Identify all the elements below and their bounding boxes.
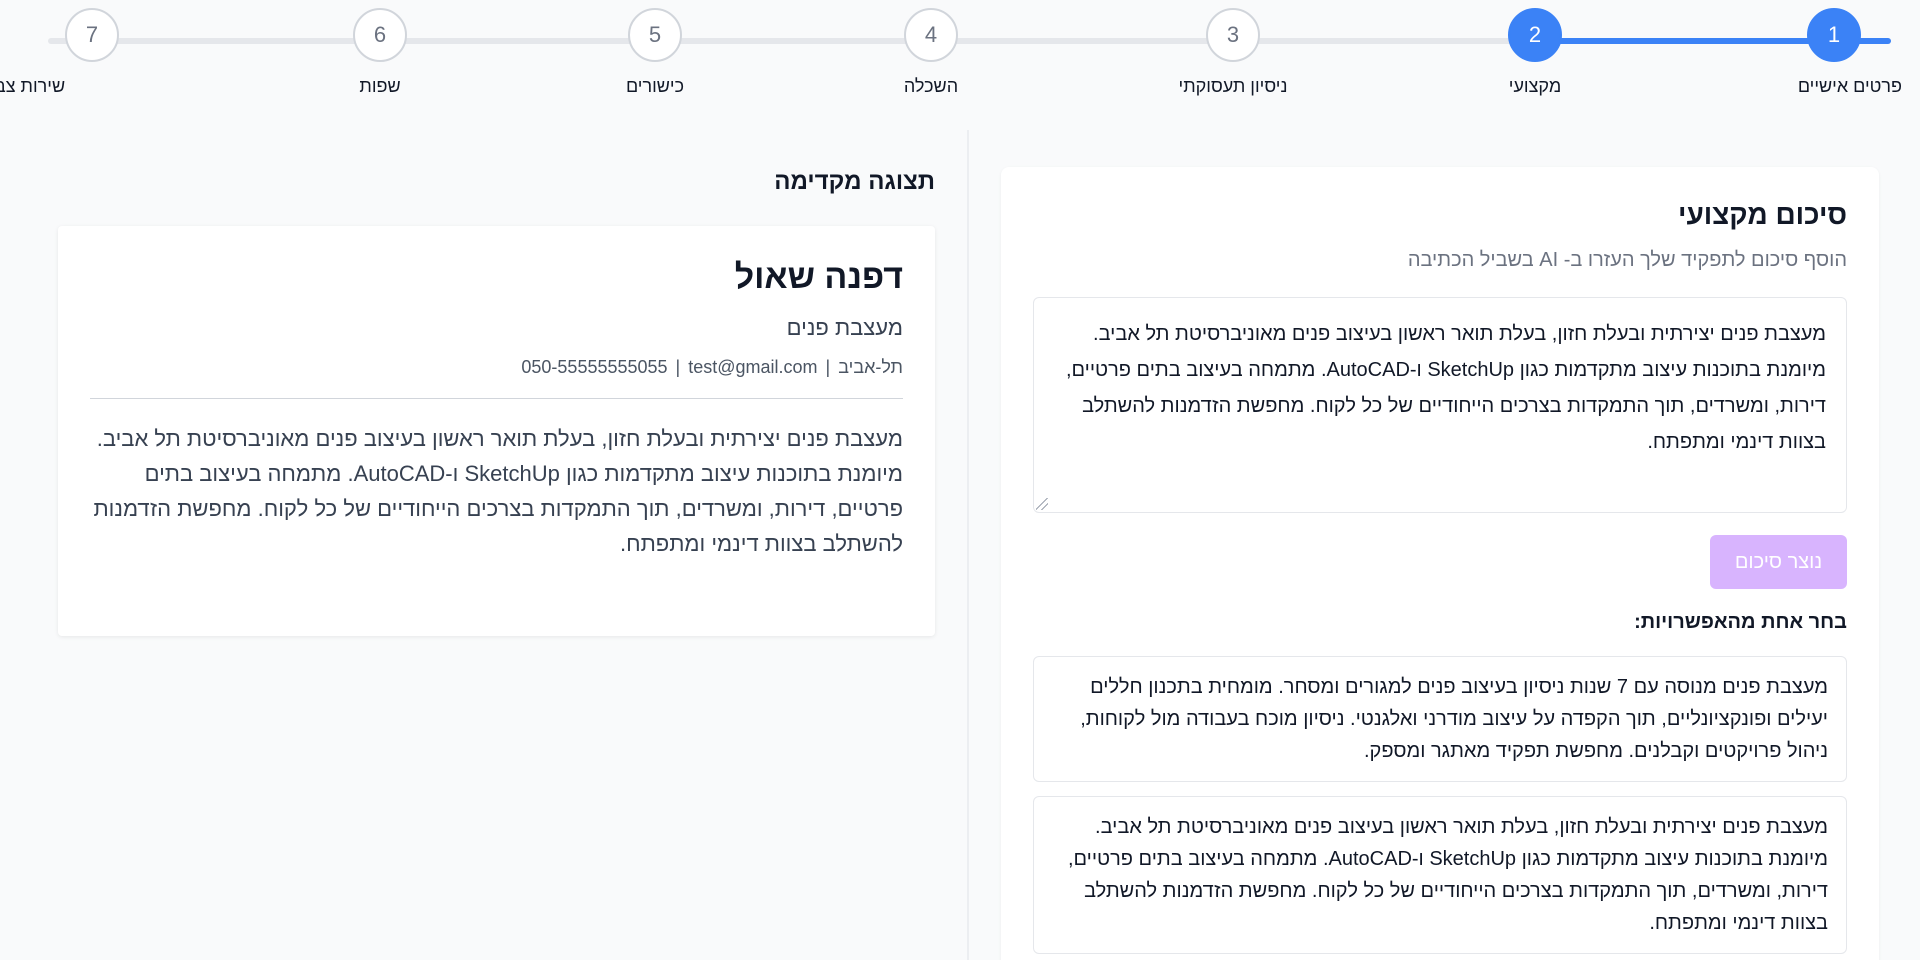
step-2-label: מקצועי: [1508, 76, 1562, 96]
preview-role: מעצבת פנים: [786, 315, 903, 340]
preview-divider: [90, 398, 903, 399]
step-6-circle[interactable]: 6: [353, 8, 407, 62]
progress-stepper: 1 פרטים אישיים 2 מקצועי 3 ניסיון תעסוקתי…: [0, 0, 1920, 120]
summary-option-1[interactable]: מעצבת פנים מנוסה עם 7 שנות ניסיון בעיצוב…: [1033, 656, 1847, 782]
step-6-label: שפות: [359, 76, 401, 96]
form-subtitle: הוסף סיכום לתפקיד שלך העזרו ב- AI בשביל …: [1407, 249, 1847, 271]
step-4-label: השכלה: [903, 76, 959, 96]
step-4-education[interactable]: 4 השכלה: [851, 0, 1011, 96]
step-2-professional[interactable]: 2 מקצועי: [1455, 0, 1615, 96]
step-7-circle[interactable]: 7: [65, 8, 119, 62]
step-5-skills[interactable]: 5 כישורים: [575, 0, 735, 96]
generate-summary-button[interactable]: נוצר סיכום: [1710, 535, 1847, 589]
step-1-personal[interactable]: 1 פרטים אישיים: [1754, 0, 1914, 96]
step-4-circle[interactable]: 4: [904, 8, 958, 62]
step-5-label: כישורים: [625, 76, 685, 96]
preview-title: תצוגה מקדימה: [774, 168, 935, 195]
preview-email: test@gmail.com: [688, 357, 818, 377]
preview-name: דפנה שאול: [734, 258, 903, 296]
preview-summary: מעצבת פנים יצירתית ובעלת חזון, בעלת תואר…: [93, 426, 903, 556]
step-5-circle[interactable]: 5: [628, 8, 682, 62]
step-3-experience[interactable]: 3 ניסיון תעסוקתי: [1153, 0, 1313, 96]
preview-separator: |: [675, 357, 681, 377]
preview-city: תל-אביב: [838, 357, 903, 377]
step-1-label: פרטים אישיים: [1797, 76, 1902, 96]
step-3-label: ניסיון תעסוקתי: [1178, 76, 1288, 96]
resume-preview: דפנה שאול מעצבת פנים תל-אביב | test@gmai…: [58, 226, 935, 636]
step-7-label: שירות צבאי: [0, 76, 66, 96]
step-7-military[interactable]: 7 שירות צבאי: [0, 0, 172, 96]
step-2-circle[interactable]: 2: [1508, 8, 1562, 62]
step-1-circle[interactable]: 1: [1807, 8, 1861, 62]
summary-textarea[interactable]: מעצבת פנים יצירתית ובעלת חזון, בעלת תואר…: [1033, 297, 1847, 513]
step-6-languages[interactable]: 6 שפות: [300, 0, 460, 96]
resize-handle-icon[interactable]: [1036, 498, 1048, 510]
preview-contact: תל-אביב | test@gmail.com | 050-555555550…: [90, 357, 903, 378]
summary-textarea-value: מעצבת פנים יצירתית ובעלת חזון, בעלת תואר…: [1065, 323, 1826, 453]
preview-separator: |: [825, 357, 831, 377]
professional-summary-form: סיכום מקצועי הוסף סיכום לתפקיד שלך העזרו…: [1001, 167, 1879, 960]
column-divider: [967, 130, 969, 960]
summary-option-2[interactable]: מעצבת פנים יצירתית ובעלת חזון, בעלת תואר…: [1033, 796, 1847, 954]
form-title: סיכום מקצועי: [1678, 199, 1847, 230]
step-3-circle[interactable]: 3: [1206, 8, 1260, 62]
options-title: בחר אחת מהאפשרויות:: [1634, 611, 1847, 633]
preview-phone: 050-55555555055: [521, 357, 668, 377]
